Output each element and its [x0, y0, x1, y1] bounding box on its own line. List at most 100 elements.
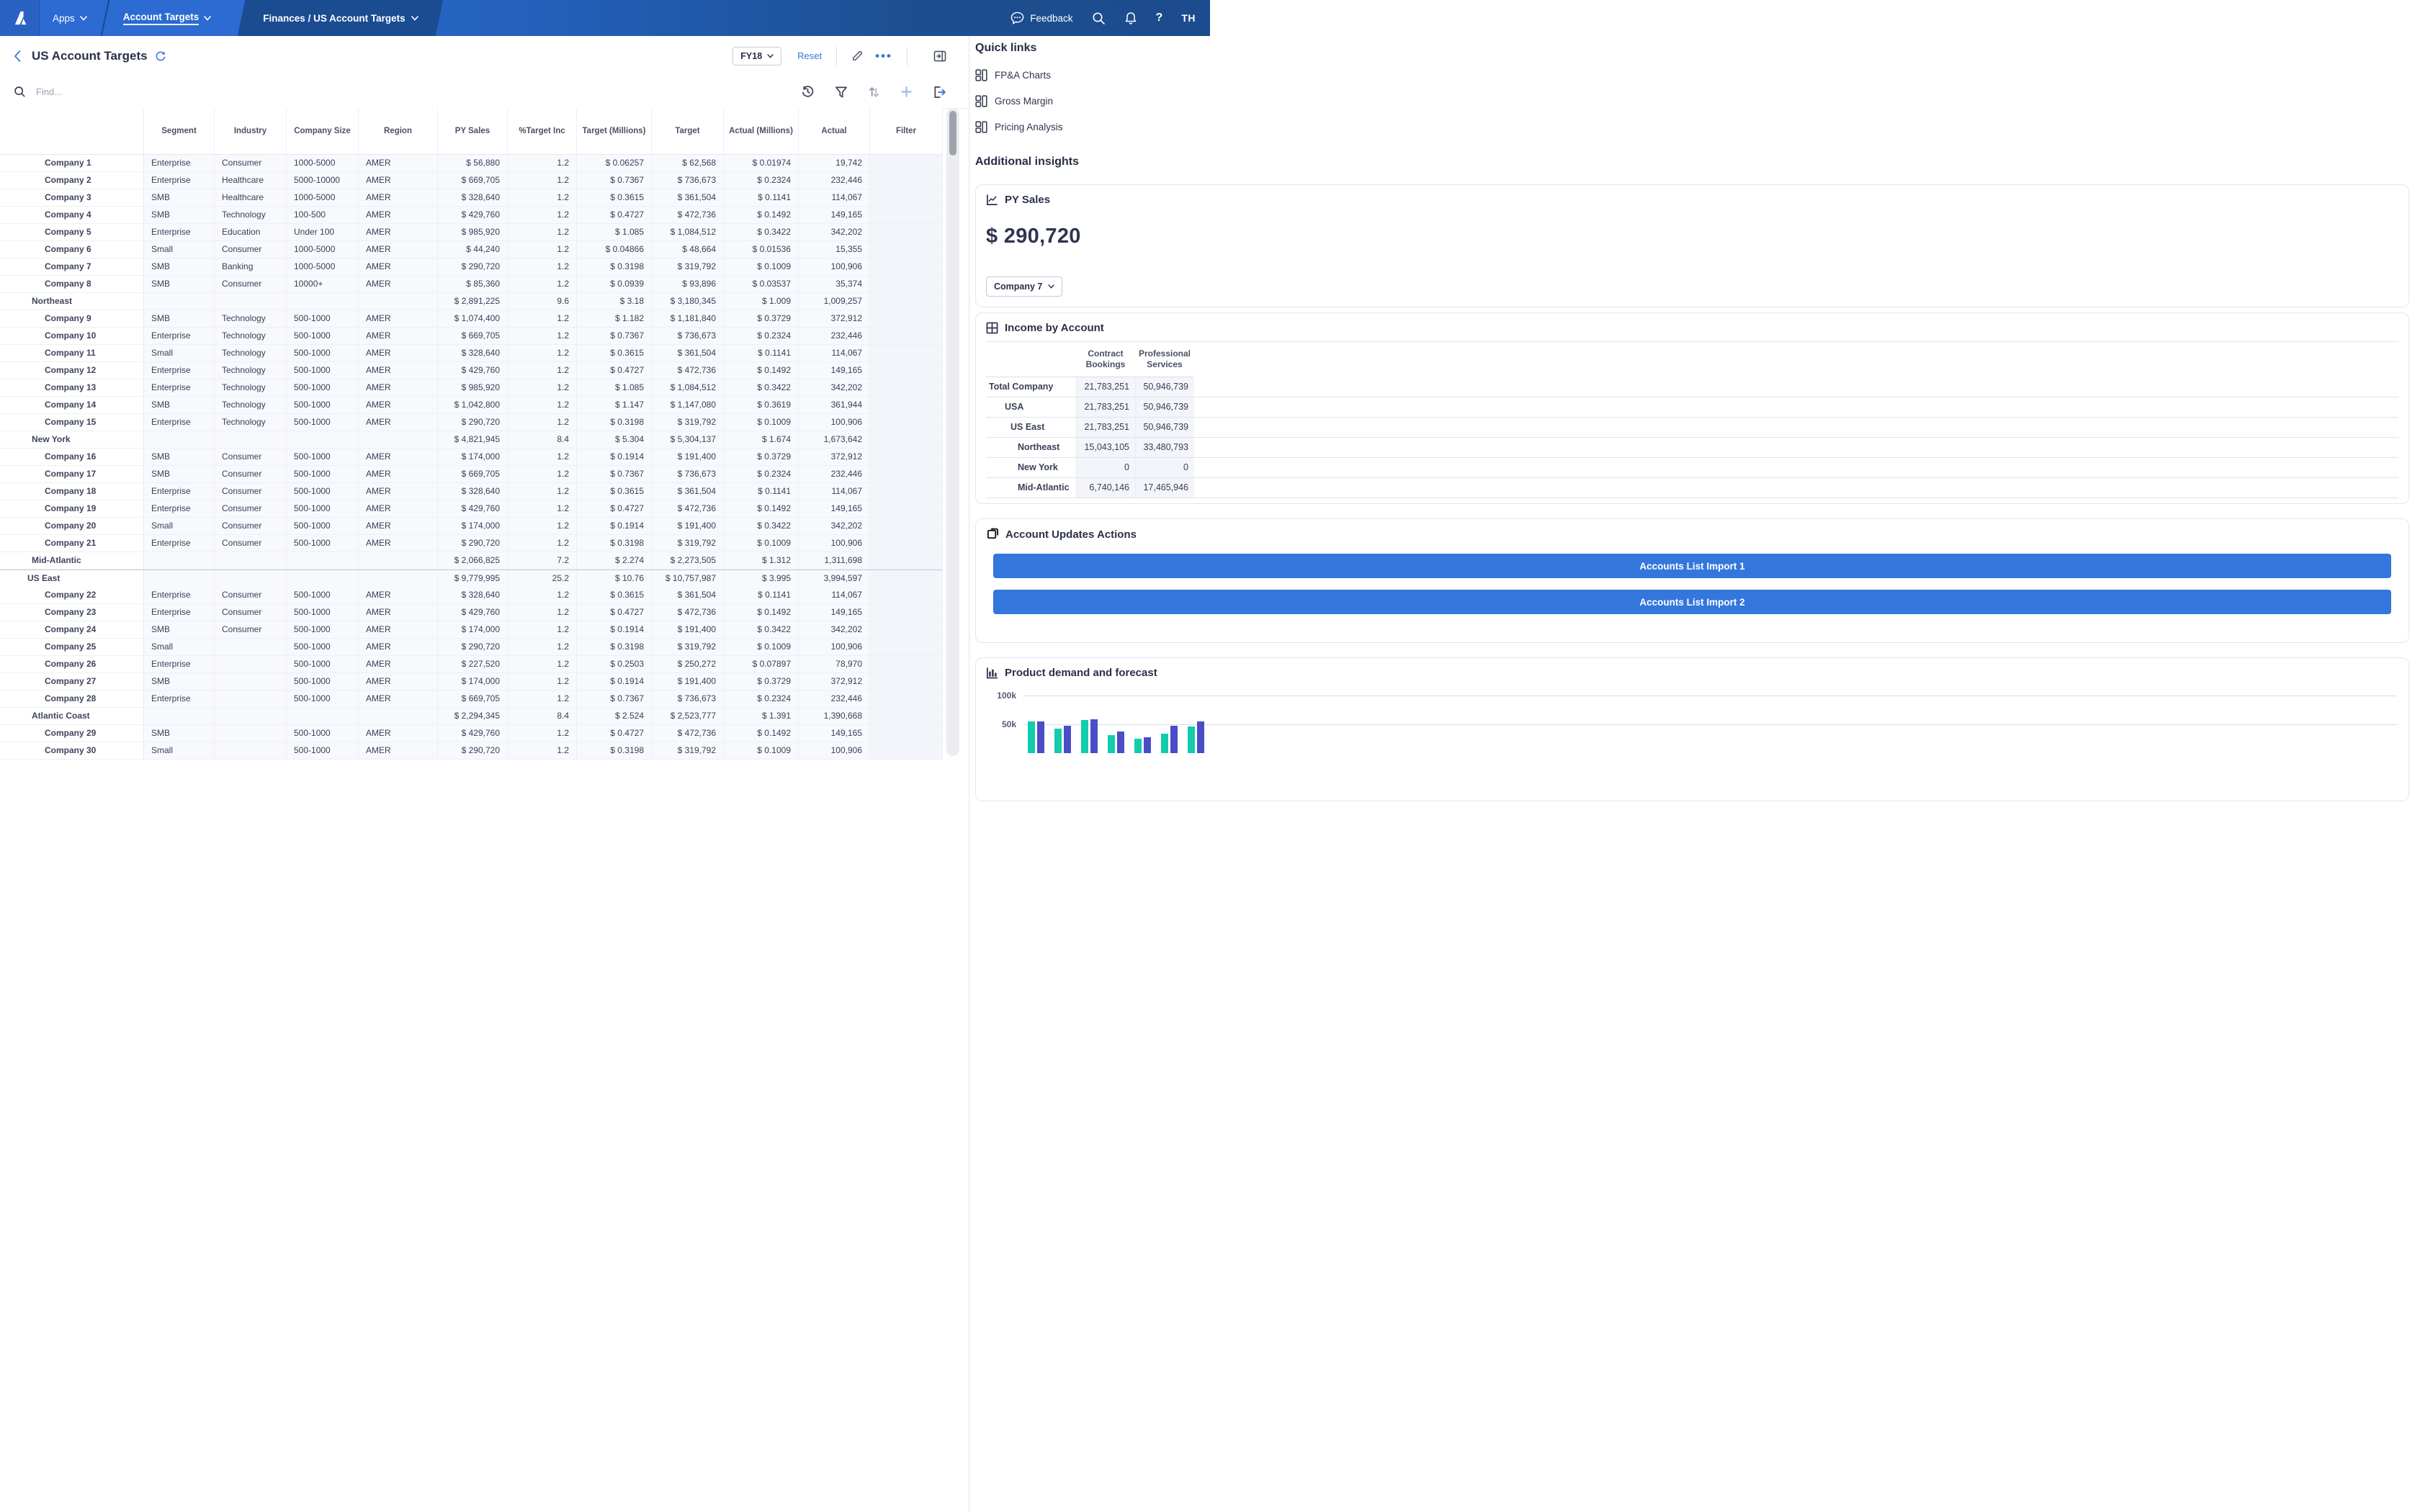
collapse-panel-button[interactable] — [933, 50, 946, 62]
company-size-cell[interactable]: Under 100 — [287, 224, 359, 241]
target-cell[interactable]: $ 3,180,345 — [652, 293, 724, 310]
filter-cell[interactable] — [870, 379, 943, 397]
filter-cell[interactable] — [870, 449, 943, 466]
segment-cell[interactable]: Small — [144, 639, 215, 656]
filter-cell[interactable] — [870, 189, 943, 207]
row-label-cell[interactable]: US East — [0, 570, 144, 588]
target-inc-cell[interactable]: 1.2 — [508, 621, 577, 639]
scrollbar-track[interactable] — [946, 108, 959, 756]
target-cell[interactable]: $ 191,400 — [652, 673, 724, 690]
actual-cell[interactable]: 114,067 — [799, 345, 870, 362]
industry-cell[interactable]: Consumer — [215, 276, 287, 293]
company-size-cell[interactable]: 500-1000 — [287, 673, 359, 690]
region-cell[interactable]: AMER — [359, 621, 438, 639]
py-sales-cell[interactable]: $ 429,760 — [438, 500, 508, 518]
row-label-cell[interactable]: Mid-Atlantic — [0, 552, 144, 570]
company-size-cell[interactable]: 10000+ — [287, 276, 359, 293]
company-size-cell[interactable]: 500-1000 — [287, 345, 359, 362]
filter-cell[interactable] — [870, 535, 943, 552]
row-label-cell[interactable]: Company 18 — [0, 483, 144, 500]
py-sales-cell[interactable]: $ 669,705 — [438, 690, 508, 708]
industry-cell[interactable] — [215, 639, 287, 656]
company-size-cell[interactable]: 500-1000 — [287, 362, 359, 379]
company-size-cell[interactable]: 500-1000 — [287, 379, 359, 397]
industry-cell[interactable] — [215, 293, 287, 310]
target-inc-cell[interactable]: 1.2 — [508, 328, 577, 345]
filter-cell[interactable] — [870, 725, 943, 742]
segment-cell[interactable]: Enterprise — [144, 414, 215, 431]
industry-cell[interactable]: Technology — [215, 345, 287, 362]
actual-cell[interactable]: 149,165 — [799, 725, 870, 742]
target-millions-cell[interactable]: $ 0.7367 — [577, 690, 652, 708]
py-sales-cell[interactable]: $ 290,720 — [438, 258, 508, 276]
target-inc-cell[interactable]: 7.2 — [508, 552, 577, 570]
filter-cell[interactable] — [870, 258, 943, 276]
segment-cell[interactable]: SMB — [144, 673, 215, 690]
target-cell[interactable]: $ 472,736 — [652, 500, 724, 518]
column-header-actual[interactable]: Actual — [799, 108, 870, 155]
company-size-cell[interactable]: 500-1000 — [287, 604, 359, 621]
company-size-cell[interactable]: 1000-5000 — [287, 241, 359, 258]
target-millions-cell[interactable]: $ 0.3198 — [577, 535, 652, 552]
segment-cell[interactable]: Enterprise — [144, 155, 215, 172]
target-cell[interactable]: $ 472,736 — [652, 362, 724, 379]
company-selector[interactable]: Company 7 — [986, 276, 1063, 297]
row-label-cell[interactable]: Company 26 — [0, 656, 144, 673]
region-cell[interactable]: AMER — [359, 535, 438, 552]
segment-cell[interactable]: SMB — [144, 310, 215, 328]
target-cell[interactable]: $ 319,792 — [652, 742, 724, 760]
company-size-cell[interactable]: 1000-5000 — [287, 189, 359, 207]
target-millions-cell[interactable]: $ 0.4727 — [577, 725, 652, 742]
segment-cell[interactable]: Enterprise — [144, 379, 215, 397]
industry-cell[interactable]: Technology — [215, 414, 287, 431]
more-options-button[interactable]: ••• — [875, 50, 892, 62]
actual-millions-cell[interactable]: $ 0.2324 — [724, 690, 799, 708]
py-sales-cell[interactable]: $ 174,000 — [438, 673, 508, 690]
region-cell[interactable]: AMER — [359, 639, 438, 656]
segment-cell[interactable]: Enterprise — [144, 328, 215, 345]
target-cell[interactable]: $ 48,664 — [652, 241, 724, 258]
company-size-cell[interactable] — [287, 293, 359, 310]
target-inc-cell[interactable]: 1.2 — [508, 207, 577, 224]
filter-cell[interactable] — [870, 431, 943, 449]
segment-cell[interactable]: Enterprise — [144, 587, 215, 604]
target-inc-cell[interactable]: 1.2 — [508, 500, 577, 518]
target-millions-cell[interactable]: $ 3.18 — [577, 293, 652, 310]
region-cell[interactable]: AMER — [359, 690, 438, 708]
company-size-cell[interactable]: 500-1000 — [287, 621, 359, 639]
region-cell[interactable]: AMER — [359, 518, 438, 535]
company-size-cell[interactable]: 5000-10000 — [287, 172, 359, 189]
company-size-cell[interactable] — [287, 570, 359, 588]
py-sales-cell[interactable]: $ 429,760 — [438, 725, 508, 742]
column-header-py-sales[interactable]: PY Sales — [438, 108, 508, 155]
target-millions-cell[interactable]: $ 0.3615 — [577, 189, 652, 207]
actual-cell[interactable]: 372,912 — [799, 449, 870, 466]
actual-millions-cell[interactable]: $ 0.1492 — [724, 725, 799, 742]
industry-cell[interactable]: Technology — [215, 328, 287, 345]
target-inc-cell[interactable]: 1.2 — [508, 466, 577, 483]
actual-millions-cell[interactable]: $ 1.391 — [724, 708, 799, 725]
reset-button[interactable]: Reset — [797, 50, 822, 61]
company-size-cell[interactable]: 500-1000 — [287, 414, 359, 431]
accounts-list-import-2-button[interactable]: Accounts List Import 2 — [993, 590, 2391, 614]
company-size-cell[interactable] — [287, 552, 359, 570]
region-cell[interactable] — [359, 552, 438, 570]
actual-cell[interactable]: 1,009,257 — [799, 293, 870, 310]
filter-cell[interactable] — [870, 466, 943, 483]
actual-cell[interactable]: 342,202 — [799, 518, 870, 535]
target-inc-cell[interactable]: 1.2 — [508, 397, 577, 414]
actual-cell[interactable]: 1,673,642 — [799, 431, 870, 449]
actual-millions-cell[interactable]: $ 0.01974 — [724, 155, 799, 172]
segment-cell[interactable]: SMB — [144, 189, 215, 207]
target-inc-cell[interactable]: 1.2 — [508, 742, 577, 760]
row-label-cell[interactable]: New York — [0, 431, 144, 449]
target-millions-cell[interactable]: $ 5.304 — [577, 431, 652, 449]
target-millions-cell[interactable]: $ 0.7367 — [577, 172, 652, 189]
py-sales-cell[interactable]: $ 328,640 — [438, 345, 508, 362]
py-sales-cell[interactable]: $ 56,880 — [438, 155, 508, 172]
target-cell[interactable]: $ 361,504 — [652, 483, 724, 500]
region-cell[interactable] — [359, 293, 438, 310]
row-label-cell[interactable]: Company 20 — [0, 518, 144, 535]
actual-cell[interactable]: 372,912 — [799, 310, 870, 328]
industry-cell[interactable] — [215, 431, 287, 449]
